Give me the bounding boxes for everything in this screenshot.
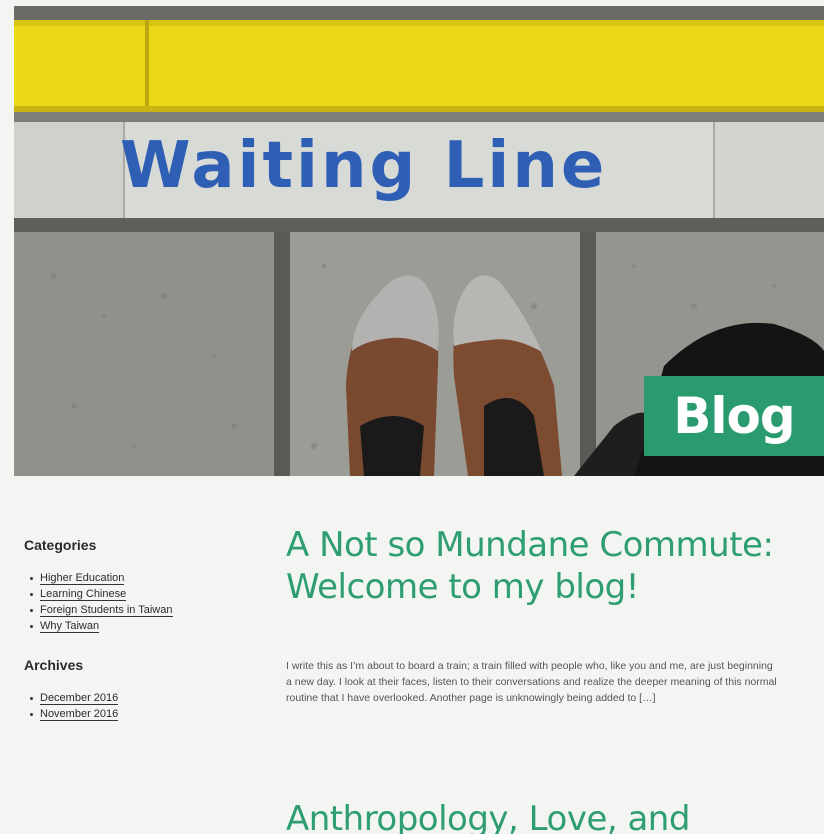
categories-title: Categories xyxy=(24,537,97,553)
post-article: A Not so Mundane Commute: Welcome to my … xyxy=(286,524,824,706)
archive-link-december-2016[interactable]: December 2016 xyxy=(40,692,119,705)
post-article: Anthropology, Love, and xyxy=(286,798,690,834)
post-title[interactable]: Anthropology, Love, and xyxy=(286,798,690,834)
category-item: Why Taiwan xyxy=(30,618,244,634)
category-item: Foreign Students in Taiwan xyxy=(30,602,244,618)
post-title[interactable]: A Not so Mundane Commute: Welcome to my … xyxy=(286,524,824,608)
category-item: Higher Education xyxy=(30,570,244,586)
category-link-learning-chinese[interactable]: Learning Chinese xyxy=(40,588,127,601)
blog-badge: Blog xyxy=(644,376,824,456)
category-link-foreign-students[interactable]: Foreign Students in Taiwan xyxy=(40,604,173,617)
main-content: A Not so Mundane Commute: Welcome to my … xyxy=(286,524,824,834)
archives-list: December 2016 November 2016 xyxy=(24,690,244,722)
category-link-higher-education[interactable]: Higher Education xyxy=(40,572,125,585)
categories-list: Higher Education Learning Chinese Foreig… xyxy=(24,570,244,634)
hero-painted-text: Waiting Line xyxy=(120,129,608,203)
archives-title: Archives xyxy=(24,657,84,673)
archive-item: November 2016 xyxy=(30,706,244,722)
post-title-line[interactable]: Anthropology, Love, and xyxy=(286,799,690,834)
post-excerpt: I write this as I’m about to board a tra… xyxy=(286,660,777,704)
category-link-why-taiwan[interactable]: Why Taiwan xyxy=(40,620,100,633)
category-item: Learning Chinese xyxy=(30,586,244,602)
post-title-line[interactable]: Welcome to my blog! xyxy=(286,567,639,607)
archive-item: December 2016 xyxy=(30,690,244,706)
blog-page: Waiting Line Blog Categories Higher Educ… xyxy=(0,0,824,834)
hero-image: Waiting Line Blog xyxy=(14,6,824,476)
archive-link-november-2016[interactable]: November 2016 xyxy=(40,708,119,721)
post-title-line[interactable]: A Not so Mundane Commute: xyxy=(286,525,774,565)
sidebar: Categories Higher Education Learning Chi… xyxy=(24,536,244,722)
